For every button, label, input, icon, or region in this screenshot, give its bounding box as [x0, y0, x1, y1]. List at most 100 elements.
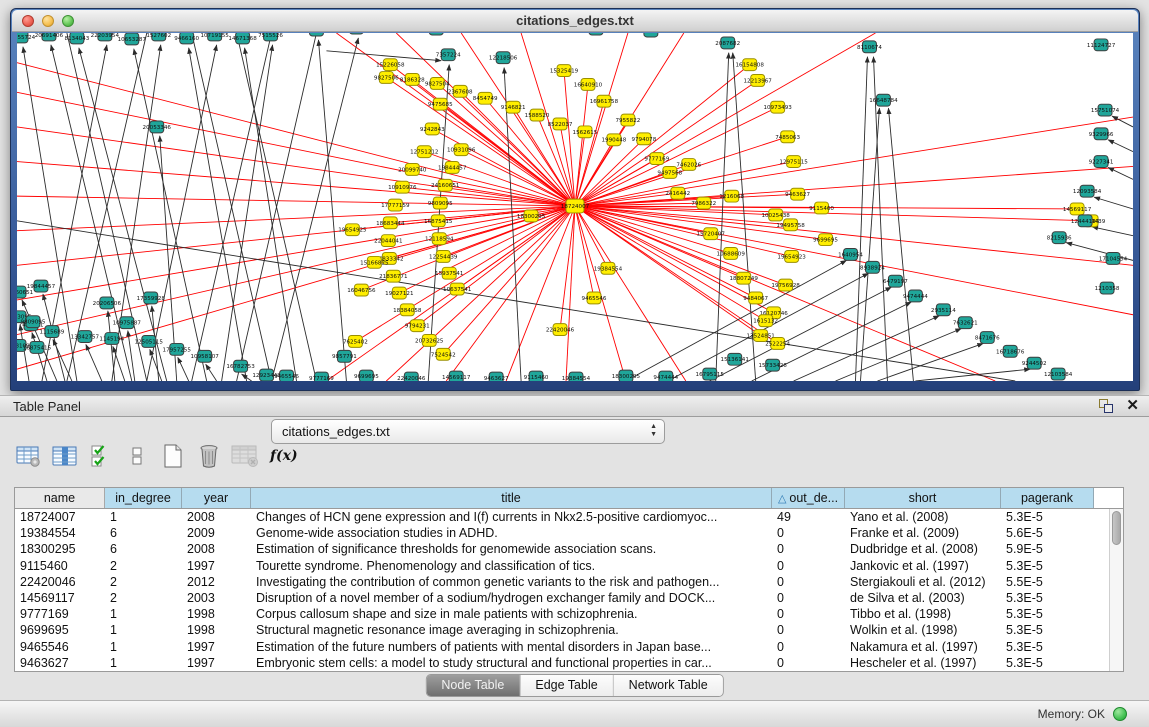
- table-cell[interactable]: 1: [105, 606, 182, 622]
- graph-node[interactable]: 16795115: [696, 368, 725, 380]
- graph-node[interactable]: 7357224: [436, 49, 461, 61]
- column-header-year[interactable]: year: [182, 488, 251, 508]
- graph-node[interactable]: 19654925: [338, 224, 367, 236]
- function-builder-icon[interactable]: f(x): [270, 448, 298, 464]
- graph-node[interactable]: 12213967: [743, 75, 772, 87]
- citation-edge[interactable]: [17, 196, 575, 206]
- table-cell[interactable]: 0: [772, 622, 845, 638]
- delete-column-icon[interactable]: [194, 442, 224, 470]
- graph-node[interactable]: 20206506: [93, 297, 122, 309]
- graph-node[interactable]: 11261514: [637, 33, 666, 37]
- table-cell[interactable]: 0: [772, 541, 845, 557]
- show-columns-icon[interactable]: [50, 442, 80, 470]
- table-cell[interactable]: Wolkin et al. (1998): [845, 622, 1001, 638]
- graph-node[interactable]: 8134043: [64, 33, 89, 44]
- graph-node[interactable]: 16640910: [574, 78, 603, 90]
- graph-node[interactable]: 15751074: [1091, 104, 1120, 116]
- table-cell[interactable]: 9463627: [15, 655, 105, 671]
- scrollbar-thumb[interactable]: [1112, 511, 1121, 545]
- citation-edge[interactable]: [245, 48, 297, 381]
- graph-node[interactable]: 16875415: [424, 215, 453, 227]
- citation-edge[interactable]: [86, 344, 102, 381]
- table-row[interactable]: 1456911722003Disruption of a novel membe…: [15, 590, 1123, 606]
- citation-edge[interactable]: [189, 48, 247, 381]
- table-cell[interactable]: Embryonic stem cells: a model to study s…: [251, 655, 772, 671]
- table-cell[interactable]: 6: [105, 525, 182, 541]
- citation-edge[interactable]: [564, 71, 575, 206]
- graph-node[interactable]: 9244502: [1022, 357, 1047, 369]
- graph-node[interactable]: 16782753: [226, 360, 255, 372]
- table-row[interactable]: 911546021997Tourette syndrome. Phenomeno…: [15, 558, 1123, 574]
- graph-node[interactable]: 14569117: [442, 371, 471, 381]
- table-cell[interactable]: 6: [105, 541, 182, 557]
- column-header-out_de[interactable]: △out_de...: [772, 488, 845, 508]
- graph-node[interactable]: 9474444: [653, 371, 678, 381]
- graph-node[interactable]: 14671368: [228, 33, 257, 44]
- table-cell[interactable]: 1: [105, 622, 182, 638]
- table-cell[interactable]: Tourette syndrome. Phenomenology and cla…: [251, 558, 772, 574]
- citation-edge[interactable]: [318, 40, 346, 381]
- graph-node[interactable]: 9463627: [484, 372, 509, 381]
- column-header-short[interactable]: short: [845, 488, 1001, 508]
- table-row[interactable]: 1938455462009Genome-wide association stu…: [15, 525, 1123, 541]
- table-vertical-scrollbar[interactable]: [1109, 509, 1123, 671]
- citation-edge[interactable]: [17, 206, 575, 369]
- table-cell[interactable]: Hescheler et al. (1997): [845, 655, 1001, 671]
- graph-node[interactable]: 1990448: [602, 134, 627, 146]
- table-cell[interactable]: 9777169: [15, 606, 105, 622]
- table-cell[interactable]: 2012: [182, 574, 251, 590]
- table-cell[interactable]: Nakamura et al. (1997): [845, 639, 1001, 655]
- graph-node[interactable]: 9794231: [405, 320, 430, 332]
- graph-node[interactable]: 9115460: [524, 371, 549, 381]
- table-row[interactable]: 946554611997Estimation of the future num…: [15, 639, 1123, 655]
- graph-node[interactable]: 15324513: [582, 33, 611, 35]
- graph-node[interactable]: 10931096: [447, 144, 476, 156]
- graph-node[interactable]: 9827506: [374, 72, 399, 84]
- citation-edge[interactable]: [17, 206, 575, 335]
- citation-edge[interactable]: [1108, 140, 1133, 152]
- table-cell[interactable]: 1997: [182, 558, 251, 574]
- graph-node[interactable]: 7524542: [431, 348, 456, 360]
- table-cell[interactable]: Corpus callosum shape and size in male p…: [251, 606, 772, 622]
- table-cell[interactable]: 18300295: [15, 541, 105, 557]
- table-cell[interactable]: 5.3E-5: [1001, 655, 1094, 671]
- table-cell[interactable]: 0: [772, 606, 845, 622]
- table-cell[interactable]: Franke et al. (2009): [845, 525, 1001, 541]
- graph-node[interactable]: 10958107: [190, 350, 219, 362]
- graph-node[interactable]: 21836771: [379, 270, 408, 282]
- table-cell[interactable]: 0: [772, 574, 845, 590]
- citation-edge[interactable]: [128, 331, 135, 381]
- table-cell[interactable]: 1998: [182, 622, 251, 638]
- citation-edge[interactable]: [888, 108, 913, 381]
- table-row[interactable]: 1872400712008Changes of HCN gene express…: [15, 509, 1123, 525]
- graph-node[interactable]: 14569117: [1063, 203, 1092, 215]
- graph-node[interactable]: 8454749: [473, 92, 498, 104]
- table-cell[interactable]: Disruption of a novel member of a sodium…: [251, 590, 772, 606]
- graph-node[interactable]: 18384058: [393, 304, 422, 316]
- column-header-pagerank[interactable]: pagerank: [1001, 488, 1094, 508]
- graph-node[interactable]: 2367608: [448, 85, 473, 97]
- float-panel-icon[interactable]: [1098, 398, 1114, 414]
- citation-edge[interactable]: [222, 45, 273, 381]
- row-height-icon[interactable]: [122, 442, 152, 470]
- graph-node[interactable]: 20691406: [35, 33, 64, 41]
- table-cell[interactable]: 9115460: [15, 558, 105, 574]
- graph-node[interactable]: 15226058: [376, 59, 405, 71]
- table-cell[interactable]: Stergiakouli et al. (2012): [845, 574, 1001, 590]
- graph-node[interactable]: 9699695: [354, 370, 379, 381]
- graph-node[interactable]: 8110674: [857, 41, 882, 53]
- graph-node[interactable]: 9857791: [332, 350, 357, 362]
- graph-node[interactable]: 20099740: [398, 164, 427, 176]
- citation-edge[interactable]: [134, 49, 207, 381]
- graph-node[interactable]: 9146821: [501, 101, 526, 113]
- graph-node[interactable]: 17957255: [163, 343, 192, 355]
- table-cell[interactable]: Genome-wide association studies in ADHD.: [251, 525, 772, 541]
- graph-node[interactable]: 12975115: [779, 156, 808, 168]
- table-row[interactable]: 946362711997Embryonic stem cells: a mode…: [15, 655, 1123, 671]
- column-header-name[interactable]: name: [15, 488, 105, 508]
- tab-node-table[interactable]: Node Table: [426, 675, 520, 696]
- table-cell[interactable]: 22420046: [15, 574, 105, 590]
- table-cell[interactable]: 5.6E-5: [1001, 525, 1094, 541]
- graph-node[interactable]: 15136141: [721, 353, 750, 365]
- close-panel-icon[interactable]: ✕: [1126, 398, 1139, 414]
